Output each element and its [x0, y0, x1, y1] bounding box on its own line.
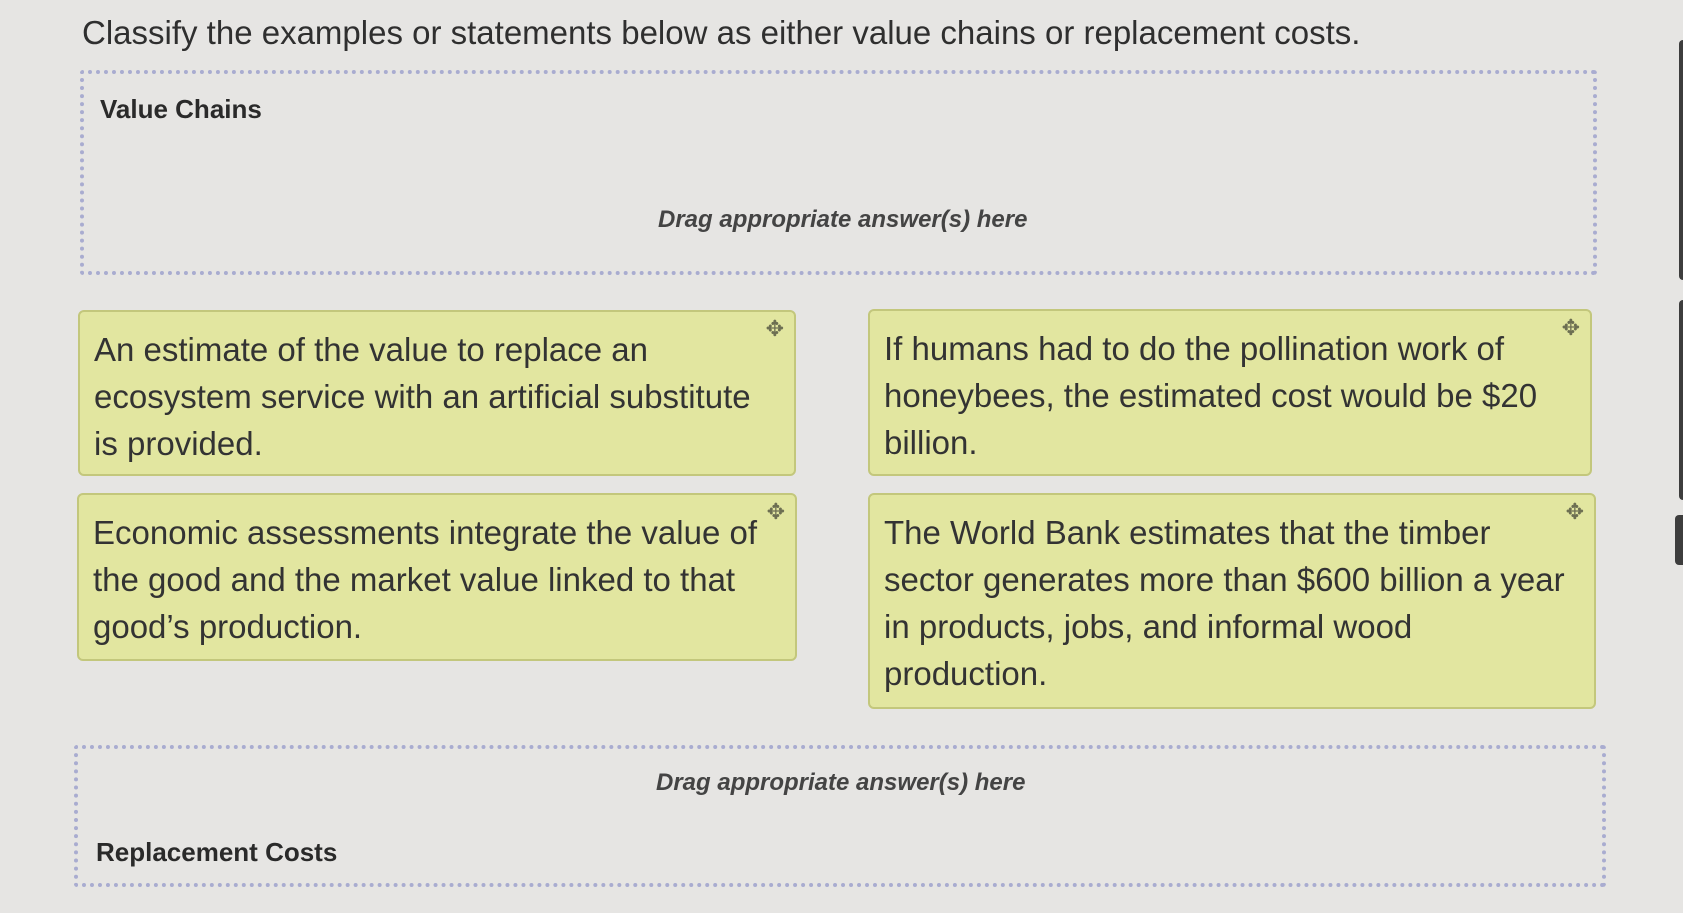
answer-card-economic-assessments[interactable]: ✥ Economic assessments integrate the val… [77, 493, 797, 661]
answer-card-text: The World Bank estimates that the timber… [884, 514, 1565, 692]
instruction-text: Classify the examples or statements belo… [82, 14, 1361, 51]
answer-card-text: Economic assessments integrate the value… [93, 514, 758, 645]
answer-card-text: If humans had to do the pollination work… [884, 330, 1538, 461]
scrollbar-thumb[interactable] [1675, 515, 1683, 565]
replacement-costs-drag-hint: Drag appropriate answer(s) here [656, 769, 1026, 796]
replacement-costs-title: Replacement Costs [96, 837, 338, 867]
value-chains-title: Value Chains [100, 94, 262, 124]
scrollbar-segment[interactable] [1679, 300, 1683, 500]
answer-card-text: An estimate of the value to replace an e… [94, 331, 751, 462]
move-icon: ✥ [765, 316, 784, 341]
value-chains-drag-hint: Drag appropriate answer(s) here [658, 206, 1028, 233]
answer-card-replace-estimate[interactable]: ✥ An estimate of the value to replace an… [78, 310, 796, 476]
answer-card-world-bank[interactable]: ✥ The World Bank estimates that the timb… [868, 493, 1596, 709]
answer-card-honeybees[interactable]: ✥ If humans had to do the pollination wo… [868, 309, 1592, 476]
value-chains-dropzone[interactable]: Value Chains Drag appropriate answer(s) … [80, 70, 1597, 275]
move-icon: ✥ [1561, 315, 1580, 340]
scrollbar-segment[interactable] [1679, 40, 1683, 280]
move-icon: ✥ [1565, 499, 1584, 524]
move-icon: ✥ [766, 499, 785, 524]
replacement-costs-dropzone[interactable]: Drag appropriate answer(s) here Replacem… [74, 745, 1606, 887]
